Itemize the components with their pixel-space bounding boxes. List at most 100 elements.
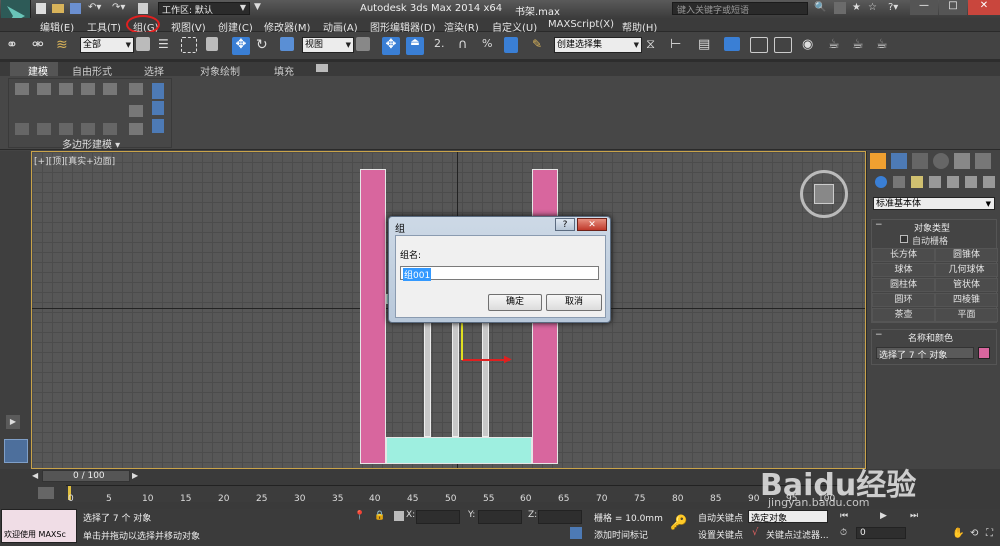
autogrid-checkbox[interactable] xyxy=(900,235,908,243)
mirror-icon[interactable]: ⧖ xyxy=(646,37,664,55)
unlink-icon[interactable]: ⚮ xyxy=(32,37,50,55)
redo-icon[interactable]: ↷▾ xyxy=(112,2,125,13)
display-tab-icon[interactable] xyxy=(954,153,970,169)
select-manipulate-icon[interactable]: ✥ xyxy=(382,37,400,55)
timeline-next-icon[interactable]: ▶ xyxy=(132,471,138,480)
ribbon-tool-icon[interactable] xyxy=(81,83,95,95)
sphere-button[interactable]: 球体 xyxy=(872,263,935,277)
object-color-swatch[interactable] xyxy=(978,347,990,359)
ribbon-tool-icon[interactable] xyxy=(37,83,51,95)
time-tag-icon[interactable] xyxy=(570,527,582,539)
render-setup-icon[interactable]: ☕ xyxy=(828,37,846,55)
shelf-rod[interactable] xyxy=(424,304,431,437)
selection-lock-icon[interactable]: 🔒 xyxy=(374,511,385,521)
tube-button[interactable]: 管状体 xyxy=(935,278,998,292)
hierarchy-tab-icon[interactable] xyxy=(912,153,928,169)
modify-tab-icon[interactable] xyxy=(891,153,907,169)
shapes-icon[interactable] xyxy=(893,176,905,188)
rollout-toggle-icon[interactable]: − xyxy=(875,330,883,340)
expand-arrow-icon[interactable]: ▶ xyxy=(6,415,20,429)
workspace-extra-icon[interactable]: ▼ xyxy=(254,2,261,12)
ribbon-options-icon[interactable] xyxy=(316,64,328,72)
rect-selection-icon[interactable] xyxy=(181,37,197,53)
layer-manager-icon[interactable]: ▤ xyxy=(698,37,716,55)
z-coordinate-field[interactable] xyxy=(538,510,582,524)
help-icon[interactable]: ?▾ xyxy=(888,2,898,13)
spacewarps-icon[interactable] xyxy=(965,176,977,188)
ribbon-tool-icon[interactable] xyxy=(15,83,29,95)
spinner-snap-icon[interactable] xyxy=(504,37,518,53)
edit-named-selection-icon[interactable]: ✎ xyxy=(532,37,550,55)
viewcube-face[interactable] xyxy=(814,184,834,204)
ribbon-tool-icon[interactable] xyxy=(129,123,143,135)
viewport-label[interactable]: [+][顶][真实+边面] xyxy=(34,154,115,167)
object-name-input[interactable]: 选择了 7 个 对象 xyxy=(876,347,974,361)
set-key-button[interactable]: 设置关键点 xyxy=(698,528,743,541)
favorites-icon[interactable]: ☆ xyxy=(868,2,877,13)
shelf-board-bottom[interactable] xyxy=(386,437,532,464)
plane-button[interactable]: 平面 xyxy=(935,308,998,322)
isolate-icon[interactable]: 📍 xyxy=(354,511,365,521)
communication-icon[interactable]: ★ xyxy=(852,2,861,13)
key-filter-dropdown[interactable]: 选定对象 xyxy=(748,510,828,524)
motion-tab-icon[interactable] xyxy=(933,153,949,169)
key-icon[interactable]: 🔑 xyxy=(670,515,687,531)
group-name-input[interactable]: 组001 xyxy=(400,266,599,281)
percent-snap-icon[interactable]: % xyxy=(482,37,500,55)
ok-button[interactable]: 确定 xyxy=(488,294,542,311)
save-file-icon[interactable] xyxy=(70,3,81,14)
rollout-toggle-icon[interactable]: − xyxy=(875,220,883,230)
transform-gizmo-y[interactable] xyxy=(461,322,463,360)
shelf-side-left[interactable] xyxy=(360,169,386,464)
subscription-icon[interactable] xyxy=(834,2,846,14)
transform-mode-icon[interactable] xyxy=(394,511,404,521)
primitive-category-dropdown[interactable]: 标准基本体 ▼ xyxy=(873,197,995,210)
time-slider[interactable]: 0 / 100 xyxy=(42,470,130,482)
ribbon-tool-icon[interactable] xyxy=(152,119,164,133)
utilities-tab-icon[interactable] xyxy=(975,153,991,169)
maxscript-listener[interactable]: 欢迎使用 MAXSc xyxy=(1,509,77,543)
select-move-icon[interactable]: ✥ xyxy=(232,37,250,55)
cameras-icon[interactable] xyxy=(929,176,941,188)
ribbon-tool-icon[interactable] xyxy=(81,123,95,135)
ribbon-tool-icon[interactable] xyxy=(152,83,164,99)
render-production-icon[interactable]: ☕ xyxy=(876,37,894,55)
tab-modeling[interactable]: 建模 xyxy=(10,62,58,78)
pan-view-icon[interactable]: ✋ xyxy=(952,528,964,539)
link-icon[interactable]: ⚭ xyxy=(6,37,24,55)
teapot-button[interactable]: 茶壶 xyxy=(872,308,935,322)
geometry-icon[interactable] xyxy=(875,176,887,188)
box-button[interactable]: 长方体 xyxy=(872,248,935,262)
search-input[interactable]: 键入关键字或短语 xyxy=(672,2,808,16)
align-icon[interactable]: ⊢ xyxy=(670,37,688,55)
time-config-icon[interactable]: ⏱ xyxy=(840,528,847,538)
object-type-title[interactable]: 对象类型 xyxy=(914,221,950,234)
torus-button[interactable]: 圆环 xyxy=(872,293,935,307)
ribbon-tool-icon[interactable] xyxy=(37,123,51,135)
material-editor-icon[interactable]: ◉ xyxy=(802,37,820,55)
angle-snap-icon[interactable]: ∩ xyxy=(458,37,476,55)
select-rotate-icon[interactable]: ↻ xyxy=(256,37,274,55)
ribbon-tool-icon[interactable] xyxy=(129,83,143,95)
shelf-rod[interactable] xyxy=(482,304,489,437)
bind-space-warp-icon[interactable]: ≋ xyxy=(56,37,74,55)
close-button[interactable]: ✕ xyxy=(968,0,1000,15)
cylinder-button[interactable]: 圆柱体 xyxy=(872,278,935,292)
create-tab-icon[interactable] xyxy=(870,153,886,169)
selection-filter-dropdown[interactable]: 全部 xyxy=(80,37,134,53)
key-filters-icon[interactable]: √ xyxy=(752,527,758,538)
y-coordinate-field[interactable] xyxy=(478,510,522,524)
snaps-toggle-icon[interactable]: 2. xyxy=(434,37,452,55)
transform-gizmo-x[interactable] xyxy=(462,359,510,361)
current-frame-field[interactable]: 0 xyxy=(856,527,906,539)
cone-button[interactable]: 圆锥体 xyxy=(935,248,998,262)
new-file-icon[interactable] xyxy=(36,3,46,14)
ribbon-tool-icon[interactable] xyxy=(15,123,29,135)
timeline-prev-icon[interactable]: ◀ xyxy=(32,471,38,480)
rendered-frame-icon[interactable]: ☕ xyxy=(852,37,870,55)
menu-item-maxscript[interactable]: MAXScript(X) xyxy=(548,19,614,30)
maximize-viewport-icon[interactable]: ⛶ xyxy=(986,528,993,539)
select-by-name-icon[interactable]: ☰ xyxy=(158,37,176,55)
workspace-dropdown[interactable]: 工作区: 默认 ▼ xyxy=(158,2,250,16)
go-to-start-icon[interactable]: ⏮ xyxy=(840,511,848,521)
